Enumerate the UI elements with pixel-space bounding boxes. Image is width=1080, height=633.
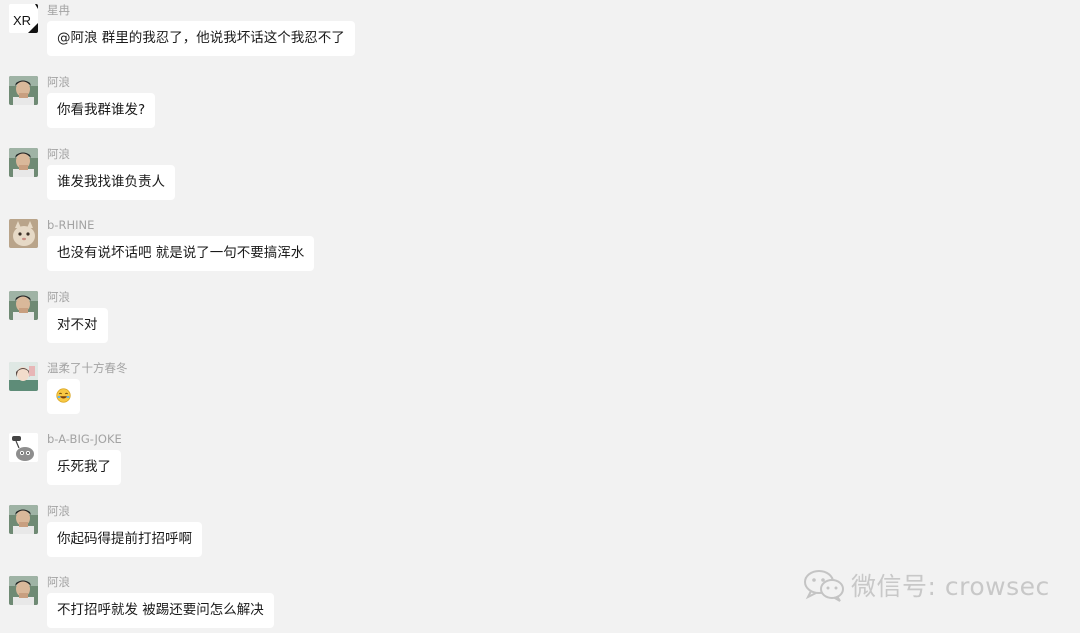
- message-bubble[interactable]: 你起码得提前打招呼啊: [47, 522, 202, 557]
- chat-message: 阿浪 谁发我找谁负责人: [0, 145, 760, 217]
- chat-window: XR 星冉 @阿浪 群里的我忍了，他说我坏话这个我忍不了 阿浪 你看我群谁发?: [0, 0, 1080, 633]
- sender-name: 阿浪: [47, 75, 70, 89]
- message-bubble[interactable]: 乐死我了: [47, 450, 121, 485]
- photo-avatar[interactable]: [9, 148, 38, 177]
- sender-name: b-A-BIG-JOKE: [47, 432, 122, 446]
- watermark-text: 微信号: crowsec: [851, 572, 1050, 601]
- sender-name: 阿浪: [47, 575, 70, 589]
- chat-message: 阿浪 对不对: [0, 288, 760, 360]
- message-bubble[interactable]: [47, 379, 80, 414]
- wechat-icon: [804, 570, 844, 602]
- message-bubble[interactable]: 也没有说坏话吧 就是说了一句不要搞浑水: [47, 236, 315, 271]
- chat-message: b-RHINE 也没有说坏话吧 就是说了一句不要搞浑水: [0, 216, 760, 288]
- sender-name: 星冉: [47, 3, 70, 17]
- message-bubble[interactable]: 你看我群谁发?: [47, 93, 156, 128]
- cartoon-avatar[interactable]: [9, 433, 38, 462]
- chat-message: b-A-BIG-JOKE 乐死我了: [0, 430, 760, 502]
- wechat-watermark: 微信号: crowsec: [803, 567, 1050, 603]
- chat-message: 阿浪 你看我群谁发?: [0, 73, 760, 145]
- sender-name: 温柔了十方春冬: [47, 361, 128, 375]
- sender-name: 阿浪: [47, 504, 70, 518]
- photo-avatar[interactable]: [9, 291, 38, 320]
- xr-logo-avatar[interactable]: XR: [9, 4, 38, 33]
- photo-avatar[interactable]: [9, 505, 38, 534]
- sender-name: b-RHINE: [47, 218, 95, 232]
- photo-avatar[interactable]: [9, 76, 38, 105]
- laughing-emoji-icon: [56, 387, 71, 403]
- sender-name: 阿浪: [47, 147, 70, 161]
- sender-name: 阿浪: [47, 290, 70, 304]
- message-bubble[interactable]: @阿浪 群里的我忍了，他说我坏话这个我忍不了: [47, 21, 355, 56]
- chat-message: 温柔了十方春冬: [0, 359, 760, 431]
- anime-avatar[interactable]: [9, 362, 38, 391]
- message-bubble[interactable]: 对不对: [47, 308, 108, 343]
- message-bubble[interactable]: 谁发我找谁负责人: [47, 165, 175, 200]
- message-bubble[interactable]: 不打招呼就发 被踢还要问怎么解决: [47, 593, 274, 628]
- chat-message: 阿浪 你起码得提前打招呼啊: [0, 502, 760, 574]
- photo-avatar[interactable]: [9, 576, 38, 605]
- avatar-initials: XR: [13, 13, 31, 28]
- chat-message: 阿浪 不打招呼就发 被踢还要问怎么解决: [0, 573, 760, 633]
- cat-photo-avatar[interactable]: [9, 219, 38, 248]
- chat-message: XR 星冉 @阿浪 群里的我忍了，他说我坏话这个我忍不了: [0, 1, 760, 73]
